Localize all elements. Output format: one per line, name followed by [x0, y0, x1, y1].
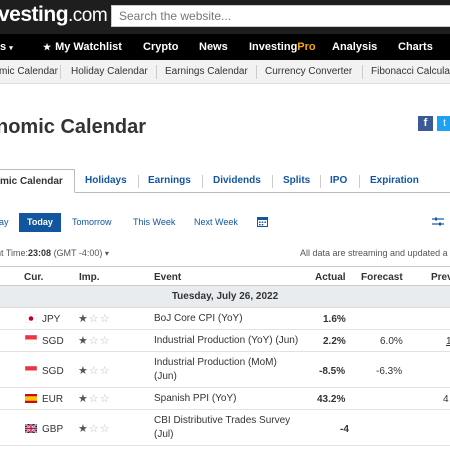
spain-flag-icon: [25, 394, 37, 403]
star-icon: ★: [43, 42, 52, 52]
uk-flag-icon: [25, 424, 37, 433]
date-next-week-button[interactable]: Next Week: [194, 213, 238, 232]
event-name[interactable]: CBI Distributive Trades Survey (Jul): [154, 414, 290, 442]
time-prefix: nt Time:: [0, 248, 29, 258]
tab-dividends[interactable]: Dividends: [213, 175, 261, 186]
subnav-divider: [60, 65, 61, 79]
table-row[interactable]: GBP ★☆☆ CBI Distributive Trades Survey (…: [0, 410, 450, 446]
actual-value: 2.2%: [323, 336, 346, 347]
tab-splits[interactable]: Splits: [283, 175, 310, 186]
actual-value: 1.6%: [323, 314, 346, 325]
singapore-flag-icon: [25, 335, 37, 344]
date-tomorrow-button[interactable]: Tomorrow: [72, 213, 112, 232]
event-name[interactable]: Industrial Production (YoY) (Jun): [154, 334, 298, 348]
importance-stars: ★☆☆: [78, 393, 111, 405]
importance-stars: ★☆☆: [78, 423, 111, 435]
calendar-icon[interactable]: [257, 216, 268, 227]
event-name[interactable]: BoJ Core CPI (YoY): [154, 312, 243, 326]
subnav-fibonacci-calculator[interactable]: Fibonacci Calcula: [371, 66, 450, 77]
previous-value: 1: [446, 336, 450, 347]
nav-item-analysis[interactable]: Analysis: [332, 41, 377, 53]
nav-item-news[interactable]: News: [199, 41, 228, 53]
nav-item-crypto[interactable]: Crypto: [143, 41, 178, 53]
actual-value: -8.5%: [319, 366, 346, 377]
twitter-share-icon[interactable]: t: [437, 116, 450, 131]
timezone-selector[interactable]: (GMT -4:00): [54, 248, 103, 258]
top-bar: vesting.com: [0, 0, 450, 34]
tab-divider: [272, 175, 273, 188]
date-today-button[interactable]: Today: [19, 213, 61, 232]
tab-divider: [320, 175, 321, 188]
subnav-earnings-calendar[interactable]: Earnings Calendar: [165, 66, 248, 77]
header-importance: Imp.: [79, 272, 100, 283]
subnav-holiday-calendar[interactable]: Holiday Calendar: [71, 66, 148, 77]
subnav-divider: [156, 65, 157, 79]
tab-divider: [138, 175, 139, 188]
filter-icon[interactable]: [432, 217, 444, 227]
tab-divider: [359, 175, 360, 188]
header-actual: Actual: [315, 272, 346, 283]
event-name[interactable]: Spanish PPI (YoY): [154, 392, 236, 406]
subnav-currency-converter[interactable]: Currency Converter: [265, 66, 352, 77]
date-this-week-button[interactable]: This Week: [133, 213, 175, 232]
tab-earnings[interactable]: Earnings: [148, 175, 191, 186]
tab-divider: [202, 175, 203, 188]
header-currency: Cur.: [24, 272, 44, 283]
table-header: Cur. Imp. Event Actual Forecast Prev: [0, 266, 450, 286]
header-forecast: Forecast: [361, 272, 403, 283]
search-box[interactable]: [111, 5, 450, 27]
main-nav: s ▾ ★ My Watchlist Crypto News InvestingP…: [0, 34, 450, 60]
table-row[interactable]: SGD ★☆☆ Industrial Production (YoY) (Jun…: [0, 330, 450, 352]
nav-item-partial[interactable]: s ▾: [0, 41, 13, 53]
currency-code: JPY: [42, 314, 61, 325]
subnav-economic-calendar[interactable]: mic Calendar: [0, 66, 58, 77]
chevron-down-icon[interactable]: ▾: [105, 249, 109, 258]
actual-value: 43.2%: [317, 394, 346, 405]
event-name[interactable]: Industrial Production (MoM) (Jun): [154, 356, 277, 384]
tab-economic-calendar[interactable]: mic Calendar: [0, 169, 75, 193]
currency-code: EUR: [42, 394, 64, 405]
forecast-value: -6.3%: [376, 366, 403, 377]
previous-value: 4: [443, 394, 449, 405]
tab-holidays[interactable]: Holidays: [85, 175, 127, 186]
japan-flag-icon: [25, 314, 37, 323]
header-event: Event: [154, 272, 182, 283]
day-separator: Tuesday, July 26, 2022: [0, 286, 450, 308]
actual-value: -4: [340, 424, 349, 435]
streaming-note: All data are streaming and updated a: [300, 248, 448, 258]
current-time-info: nt Time:23:08 (GMT -4:00) ▾: [0, 248, 109, 258]
nav-item-investing-pro[interactable]: InvestingPro: [249, 41, 316, 53]
subnav-divider: [256, 65, 257, 79]
subnav-divider: [362, 65, 363, 79]
currency-code: SGD: [42, 366, 64, 377]
importance-stars: ★☆☆: [78, 365, 111, 377]
tab-expiration[interactable]: Expiration: [370, 175, 419, 186]
tab-ipo[interactable]: IPO: [330, 175, 347, 186]
logo-text: vesting: [0, 3, 69, 26]
table-row[interactable]: EUR ★☆☆ Spanish PPI (YoY) 43.2% 4: [0, 388, 450, 410]
singapore-flag-icon: [25, 366, 37, 375]
site-logo[interactable]: vesting.com: [0, 3, 108, 27]
facebook-share-icon[interactable]: f: [418, 116, 433, 131]
importance-stars: ★☆☆: [78, 313, 111, 325]
current-time: 23:08: [28, 248, 52, 258]
calendar-tabs: mic Calendar Holidays Earnings Dividends…: [0, 169, 450, 193]
table-row[interactable]: SGD ★☆☆ Industrial Production (MoM) (Jun…: [0, 352, 450, 388]
page-title: nomic Calendar: [0, 116, 147, 138]
currency-code: SGD: [42, 336, 64, 347]
sub-nav: mic Calendar Holiday Calendar Earnings C…: [0, 60, 450, 84]
search-input[interactable]: [112, 6, 450, 26]
date-yesterday-button[interactable]: ay: [0, 213, 9, 232]
logo-suffix: .com: [68, 5, 108, 26]
table-row[interactable]: JPY ★☆☆ BoJ Core CPI (YoY) 1.6%: [0, 308, 450, 330]
nav-item-charts[interactable]: Charts: [398, 41, 433, 53]
currency-code: GBP: [42, 424, 64, 435]
forecast-value: 6.0%: [380, 336, 403, 347]
header-previous: Prev: [431, 272, 450, 283]
importance-stars: ★☆☆: [78, 335, 111, 347]
nav-item-watchlist[interactable]: ★ My Watchlist: [43, 41, 122, 53]
